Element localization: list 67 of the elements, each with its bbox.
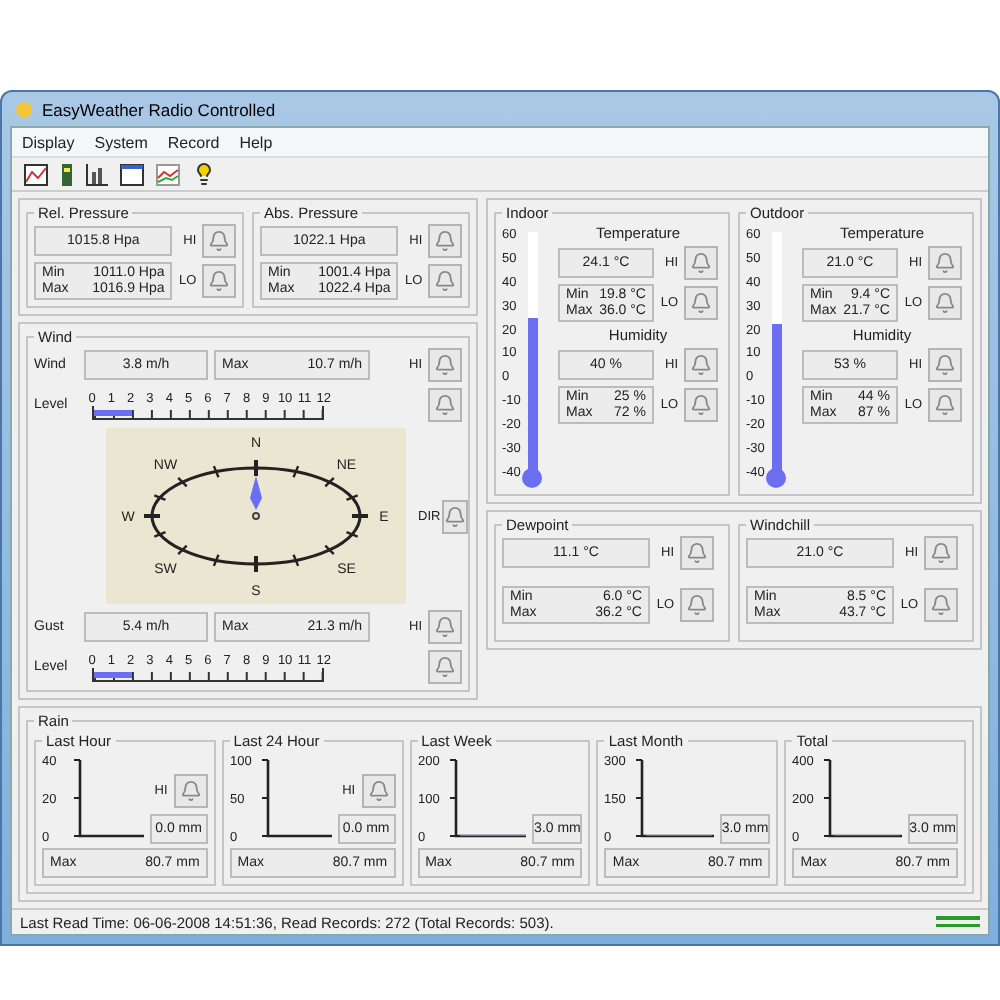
gauge-frame <box>73 759 144 838</box>
bar-chart-icon[interactable] <box>86 163 108 185</box>
alarm-button[interactable] <box>680 536 714 570</box>
bell-icon <box>934 394 956 416</box>
bell-icon <box>208 230 231 252</box>
alarm-button[interactable] <box>684 246 718 280</box>
alarm-button[interactable] <box>202 224 237 258</box>
alarm-button[interactable] <box>928 246 962 280</box>
bell-icon <box>690 394 712 416</box>
bell-icon <box>686 542 708 564</box>
alarm-button[interactable] <box>442 499 468 533</box>
alarm-button[interactable] <box>924 536 958 570</box>
bell-icon <box>934 354 956 376</box>
lightbulb-icon[interactable] <box>192 162 216 186</box>
window-icon[interactable] <box>120 163 144 185</box>
gauge-frame <box>260 759 332 838</box>
alarm-button[interactable] <box>428 348 462 382</box>
gauge-frame <box>635 759 714 838</box>
alarm-button[interactable] <box>928 348 962 382</box>
alarm-button[interactable] <box>428 650 462 684</box>
menu-item[interactable]: System <box>94 133 148 151</box>
bell-icon <box>434 230 457 252</box>
alarm-button[interactable] <box>684 348 718 382</box>
bell-icon <box>434 270 457 292</box>
needle-icon <box>250 476 262 510</box>
alarm-button[interactable] <box>428 610 462 644</box>
bell-icon <box>434 354 456 376</box>
tower-icon[interactable] <box>60 163 74 185</box>
alarm-button[interactable] <box>924 588 958 622</box>
alarm-button[interactable] <box>680 588 714 622</box>
alarm-button[interactable] <box>684 388 718 422</box>
bell-icon <box>367 780 390 802</box>
bell-icon <box>444 505 466 527</box>
bell-icon <box>930 542 952 564</box>
sun-icon <box>14 99 34 119</box>
graph-icon[interactable] <box>24 163 48 185</box>
alarm-button[interactable] <box>928 388 962 422</box>
alarm-button[interactable] <box>202 264 236 298</box>
line-chart-icon[interactable] <box>156 163 180 185</box>
bell-icon <box>934 252 956 274</box>
menu-item[interactable]: Record <box>167 133 220 151</box>
bell-icon <box>934 292 956 314</box>
bell-icon <box>686 594 708 616</box>
menu-item[interactable]: Help <box>239 133 273 151</box>
connection-indicator-icon <box>936 916 980 928</box>
bell-icon <box>930 594 952 616</box>
alarm-button[interactable] <box>928 286 962 320</box>
bell-icon <box>690 252 712 274</box>
bell-icon <box>690 354 712 376</box>
thermometer-bulb <box>522 468 543 488</box>
alarm-button[interactable] <box>173 774 208 808</box>
alarm-button[interactable] <box>428 224 463 258</box>
bell-icon <box>179 780 202 802</box>
gauge-frame <box>448 759 527 838</box>
menu-item[interactable]: Display <box>22 133 75 151</box>
bell-icon <box>434 616 456 638</box>
gauge-frame <box>823 759 902 838</box>
bell-icon <box>208 270 231 292</box>
bell-icon <box>434 394 456 416</box>
alarm-button[interactable] <box>428 264 462 298</box>
bell-icon <box>434 656 456 678</box>
alarm-button[interactable] <box>684 286 718 320</box>
bell-icon <box>690 292 712 314</box>
alarm-button[interactable] <box>361 774 396 808</box>
thermometer-bulb <box>766 468 787 488</box>
alarm-button[interactable] <box>428 388 462 422</box>
window-title: EasyWeather Radio Controlled <box>42 99 276 119</box>
